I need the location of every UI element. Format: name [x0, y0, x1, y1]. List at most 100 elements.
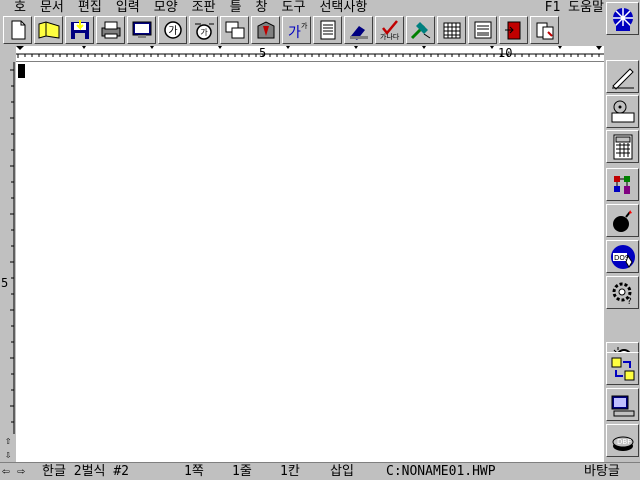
insert-mode-status[interactable]: 삽입: [330, 463, 354, 480]
para-shape-button[interactable]: 가: [189, 16, 218, 44]
copy-format-button[interactable]: [220, 16, 249, 44]
menu-help[interactable]: F1 도움말: [545, 0, 604, 16]
print-icon: [101, 21, 120, 39]
menu-window[interactable]: 창: [249, 0, 275, 16]
draw-icon: [410, 22, 430, 40]
screen-view-icon: [132, 21, 151, 38]
line-status: 1줄: [232, 464, 252, 479]
menu-hancom[interactable]: 호: [0, 0, 33, 16]
vruler-label-5: 5: [1, 276, 9, 290]
column-status: 1칸: [280, 464, 300, 479]
calculator-button[interactable]: [606, 130, 639, 163]
new-doc-button[interactable]: [3, 16, 32, 44]
database-button[interactable]: DBF: [606, 424, 639, 457]
form-icon: [474, 21, 491, 39]
menu-options[interactable]: 선택사항: [312, 0, 374, 16]
char-shape-icon: 가: [163, 21, 182, 39]
form-button[interactable]: [468, 16, 497, 44]
menu-layout[interactable]: 조판: [185, 0, 223, 16]
horizontal-ruler[interactable]: 5 10: [16, 46, 604, 62]
menu-edit[interactable]: 편집: [71, 0, 109, 16]
stamp-icon: [349, 26, 368, 40]
calculator-icon: [613, 134, 632, 159]
draw-button[interactable]: [406, 16, 435, 44]
save-button[interactable]: [65, 16, 94, 44]
style-name-status[interactable]: 바탕글: [584, 463, 620, 480]
dos-button[interactable]: DOS: [606, 240, 639, 273]
svg-text:?: ?: [627, 297, 632, 306]
svg-text:가: 가: [301, 21, 308, 30]
spell-check-button[interactable]: 가나다: [375, 16, 404, 44]
menu-frame[interactable]: 틀: [223, 0, 249, 16]
outline-button[interactable]: [313, 16, 342, 44]
table-icon: [443, 22, 460, 39]
arrow-up-icon: ⇧: [4, 434, 12, 447]
menu-format[interactable]: 모양: [147, 0, 185, 16]
bomb-icon: [612, 209, 632, 232]
table-button[interactable]: [437, 16, 466, 44]
status-bar: ⇦ ⇨ 한글 2벌식 #2 1쪽 1줄 1칸 삽입 C:NONAME01.HWP…: [0, 462, 640, 480]
computer-button[interactable]: [606, 388, 639, 421]
ruler-label-10: 10: [498, 46, 513, 60]
exit-button[interactable]: [499, 16, 528, 44]
puzzle-icon: [613, 175, 630, 194]
menu-input[interactable]: 입력: [109, 0, 147, 16]
open-folder-icon: [38, 21, 59, 39]
svg-text:가: 가: [168, 25, 177, 37]
dos-icon: DOS: [610, 244, 635, 269]
scroll-up-button[interactable]: ⇧: [0, 434, 16, 448]
text-cursor: [18, 64, 25, 78]
exit-icon: [504, 21, 520, 40]
cd-drive-icon: [611, 100, 634, 122]
scroll-left-button[interactable]: ⇦: [2, 463, 10, 480]
ruler-label-5: 5: [259, 46, 267, 60]
filename-status: C:NONAME01.HWP: [386, 464, 496, 479]
globe-button[interactable]: [606, 2, 639, 35]
pen-button[interactable]: [606, 60, 639, 93]
style-icon: [257, 21, 274, 39]
cd-drive-button[interactable]: [606, 95, 639, 128]
menu-document[interactable]: 문서: [33, 0, 71, 16]
print-button[interactable]: [96, 16, 125, 44]
svg-text:가: 가: [288, 25, 301, 40]
page-status: 1쪽: [184, 464, 204, 479]
special-char-button[interactable]: 가가: [282, 16, 311, 44]
bomb-button[interactable]: [606, 204, 639, 237]
clipboard-icon: [536, 22, 553, 40]
open-button[interactable]: [34, 16, 63, 44]
input-mode-status[interactable]: 한글 2벌식 #2: [42, 463, 129, 480]
style-button[interactable]: [251, 16, 280, 44]
screen-view-button[interactable]: [127, 16, 156, 44]
new-doc-icon: [11, 20, 25, 40]
para-shape-icon: 가: [194, 23, 214, 40]
svg-text:가: 가: [200, 28, 208, 37]
arrow-right-icon: ⇨: [17, 464, 25, 479]
outline-icon: [320, 20, 335, 40]
database-icon: DBF: [612, 436, 633, 451]
vruler-ticks: [10, 62, 15, 434]
vertical-ruler[interactable]: 5: [0, 62, 16, 434]
spell-check-icon: 가나다: [380, 20, 400, 40]
toolbar: 가 가 가가 가나다: [0, 16, 604, 46]
computer-icon: [611, 395, 634, 416]
clipboard-button[interactable]: [530, 16, 559, 44]
transfer-icon: [611, 357, 634, 380]
scroll-right-button[interactable]: ⇨: [17, 463, 25, 480]
settings-icon: ?: [612, 282, 632, 306]
globe-icon: [612, 7, 633, 31]
copy-format-icon: [225, 21, 244, 39]
stamp-button[interactable]: [344, 16, 373, 44]
char-shape-button[interactable]: 가: [158, 16, 187, 44]
save-disk-icon: [70, 20, 89, 39]
settings-button[interactable]: ?: [606, 276, 639, 309]
menu-tools[interactable]: 도구: [275, 0, 313, 16]
scroll-down-button[interactable]: ⇩: [0, 448, 16, 462]
puzzle-button[interactable]: [606, 168, 639, 201]
pen-icon: [611, 67, 634, 90]
ruler-ticks: [16, 46, 604, 58]
arrow-left-icon: ⇦: [2, 464, 10, 479]
document-area[interactable]: [16, 62, 604, 462]
transfer-button[interactable]: [606, 352, 639, 385]
arrow-down-icon: ⇩: [4, 448, 12, 461]
svg-text:가나다: 가나다: [380, 32, 400, 40]
